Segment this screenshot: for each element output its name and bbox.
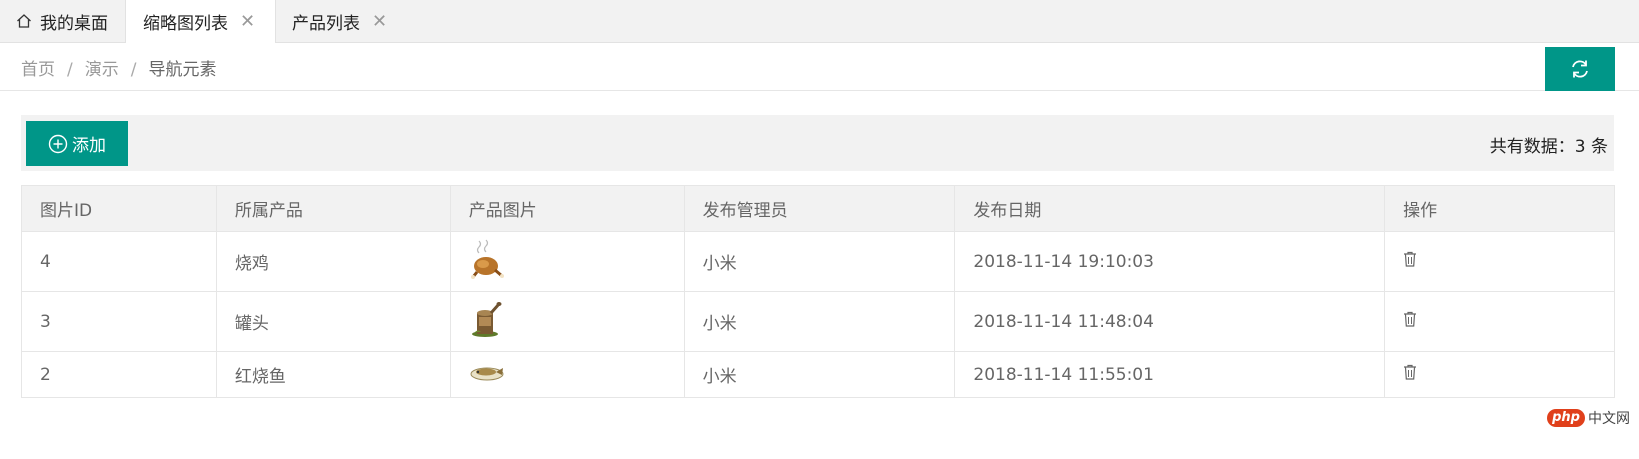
cell-admin: 小米 <box>683 351 956 398</box>
col-header-product: 所属产品 <box>215 185 451 232</box>
cell-product: 烧鸡 <box>215 231 451 292</box>
breadcrumb-current: 导航元素 <box>148 60 217 80</box>
cell-action <box>1384 351 1615 398</box>
cell-id: 3 <box>21 291 217 352</box>
plus-circle-icon <box>48 134 68 153</box>
refresh-button[interactable] <box>1545 47 1615 91</box>
cell-id: 2 <box>21 351 217 398</box>
tab-product-list[interactable]: 产品列表 ✕ <box>276 0 406 42</box>
col-header-product-image: 产品图片 <box>449 185 685 232</box>
canned-food-image <box>471 302 502 337</box>
table-row: 3 罐头 小米 2018-11-14 11:48:04 <box>21 291 1615 352</box>
roast-chicken-image <box>470 239 504 279</box>
close-icon[interactable]: ✕ <box>372 11 387 32</box>
table-row: 2 红烧鱼 小米 2018-11-14 11:55:01 <box>21 351 1615 398</box>
add-button[interactable]: 添加 <box>26 121 128 166</box>
cell-action <box>1384 291 1615 352</box>
cell-image <box>449 351 685 398</box>
cell-image <box>449 231 685 292</box>
breadcrumb-bar: 首页 / 演示 / 导航元素 <box>0 43 1639 91</box>
cell-id: 4 <box>21 231 217 292</box>
col-header-action: 操作 <box>1384 185 1615 232</box>
tab-label: 我的桌面 <box>40 13 108 34</box>
cell-admin: 小米 <box>683 231 956 292</box>
tab-bar: 我的桌面 缩略图列表 ✕ 产品列表 ✕ <box>0 0 1639 43</box>
tab-thumbnail-list[interactable]: 缩略图列表 ✕ <box>125 0 276 43</box>
cell-image <box>449 291 685 352</box>
thumbnail-table: 图片ID 所属产品 产品图片 发布管理员 发布日期 操作 4 烧鸡 小米 201… <box>21 185 1615 398</box>
trash-icon[interactable] <box>1403 311 1417 332</box>
toolbar: 添加 共有数据：3 条 <box>21 115 1614 171</box>
close-icon[interactable]: ✕ <box>240 11 255 32</box>
refresh-icon <box>1572 60 1588 78</box>
table-header-row: 图片ID 所属产品 产品图片 发布管理员 发布日期 操作 <box>21 185 1615 232</box>
braised-fish-image <box>470 367 504 381</box>
add-button-label: 添加 <box>72 136 106 156</box>
cell-date: 2018-11-14 19:10:03 <box>954 231 1386 292</box>
col-header-admin: 发布管理员 <box>683 185 956 232</box>
tab-label: 产品列表 <box>292 13 360 34</box>
trash-icon[interactable] <box>1403 251 1417 272</box>
watermark-text: 中文网 <box>1588 411 1630 427</box>
watermark-logo: php 中文网 <box>1547 408 1630 428</box>
watermark-badge: php <box>1547 409 1585 427</box>
breadcrumb-demo[interactable]: 演示 <box>85 60 119 80</box>
cell-action <box>1384 231 1615 292</box>
cell-product: 罐头 <box>215 291 451 352</box>
table-row: 4 烧鸡 小米 2018-11-14 19:10:03 <box>21 231 1615 292</box>
tab-desktop[interactable]: 我的桌面 <box>0 0 125 42</box>
breadcrumb-home[interactable]: 首页 <box>21 60 55 80</box>
breadcrumb-separator: / <box>67 60 73 80</box>
home-icon <box>17 14 31 28</box>
cell-admin: 小米 <box>683 291 956 352</box>
total-count: 共有数据：3 条 <box>1489 137 1608 157</box>
trash-icon[interactable] <box>1403 364 1417 385</box>
cell-product: 红烧鱼 <box>215 351 451 398</box>
col-header-date: 发布日期 <box>954 185 1386 232</box>
breadcrumb: 首页 / 演示 / 导航元素 <box>21 55 216 80</box>
cell-date: 2018-11-14 11:48:04 <box>954 291 1386 352</box>
cell-date: 2018-11-14 11:55:01 <box>954 351 1386 398</box>
breadcrumb-separator: / <box>130 60 137 80</box>
col-header-image-id: 图片ID <box>21 185 217 232</box>
tab-label: 缩略图列表 <box>143 14 228 34</box>
